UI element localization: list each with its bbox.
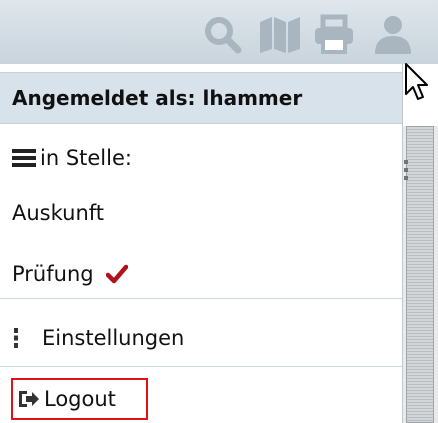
stelle-option-auskunft[interactable]: Auskunft — [0, 193, 402, 233]
user-icon[interactable] — [370, 14, 416, 54]
scrollbar-thumb[interactable] — [406, 126, 434, 423]
settings-label: Einstellungen — [42, 326, 185, 350]
search-icon[interactable] — [202, 14, 244, 54]
stelle-label-row: in Stelle: — [0, 138, 402, 178]
scrollbar-grip-icon — [404, 160, 410, 184]
menu-divider — [0, 298, 402, 299]
print-icon[interactable] — [312, 14, 356, 54]
vertical-dots-icon — [14, 328, 18, 348]
stelle-option-label: Prüfung — [12, 262, 94, 286]
logged-in-label: Angemeldet als: lhammer — [12, 86, 303, 110]
list-icon — [12, 149, 36, 167]
stelle-option-label: Auskunft — [12, 201, 105, 225]
logged-in-header: Angemeldet als: lhammer — [0, 72, 402, 124]
logout-button[interactable]: Logout — [11, 378, 148, 420]
toolbar — [0, 0, 438, 64]
mouse-cursor-icon — [405, 63, 428, 100]
stelle-option-pruefung[interactable]: Prüfung — [0, 254, 402, 294]
user-menu: Angemeldet als: lhammer in Stelle: Ausku… — [0, 64, 402, 423]
checkmark-icon — [105, 264, 128, 284]
map-icon[interactable] — [258, 14, 302, 54]
menu-divider — [0, 366, 402, 367]
settings-menu-item[interactable]: Einstellungen — [0, 318, 402, 358]
stelle-label: in Stelle: — [40, 146, 132, 170]
logout-icon — [19, 391, 39, 407]
logout-label: Logout — [44, 387, 116, 411]
